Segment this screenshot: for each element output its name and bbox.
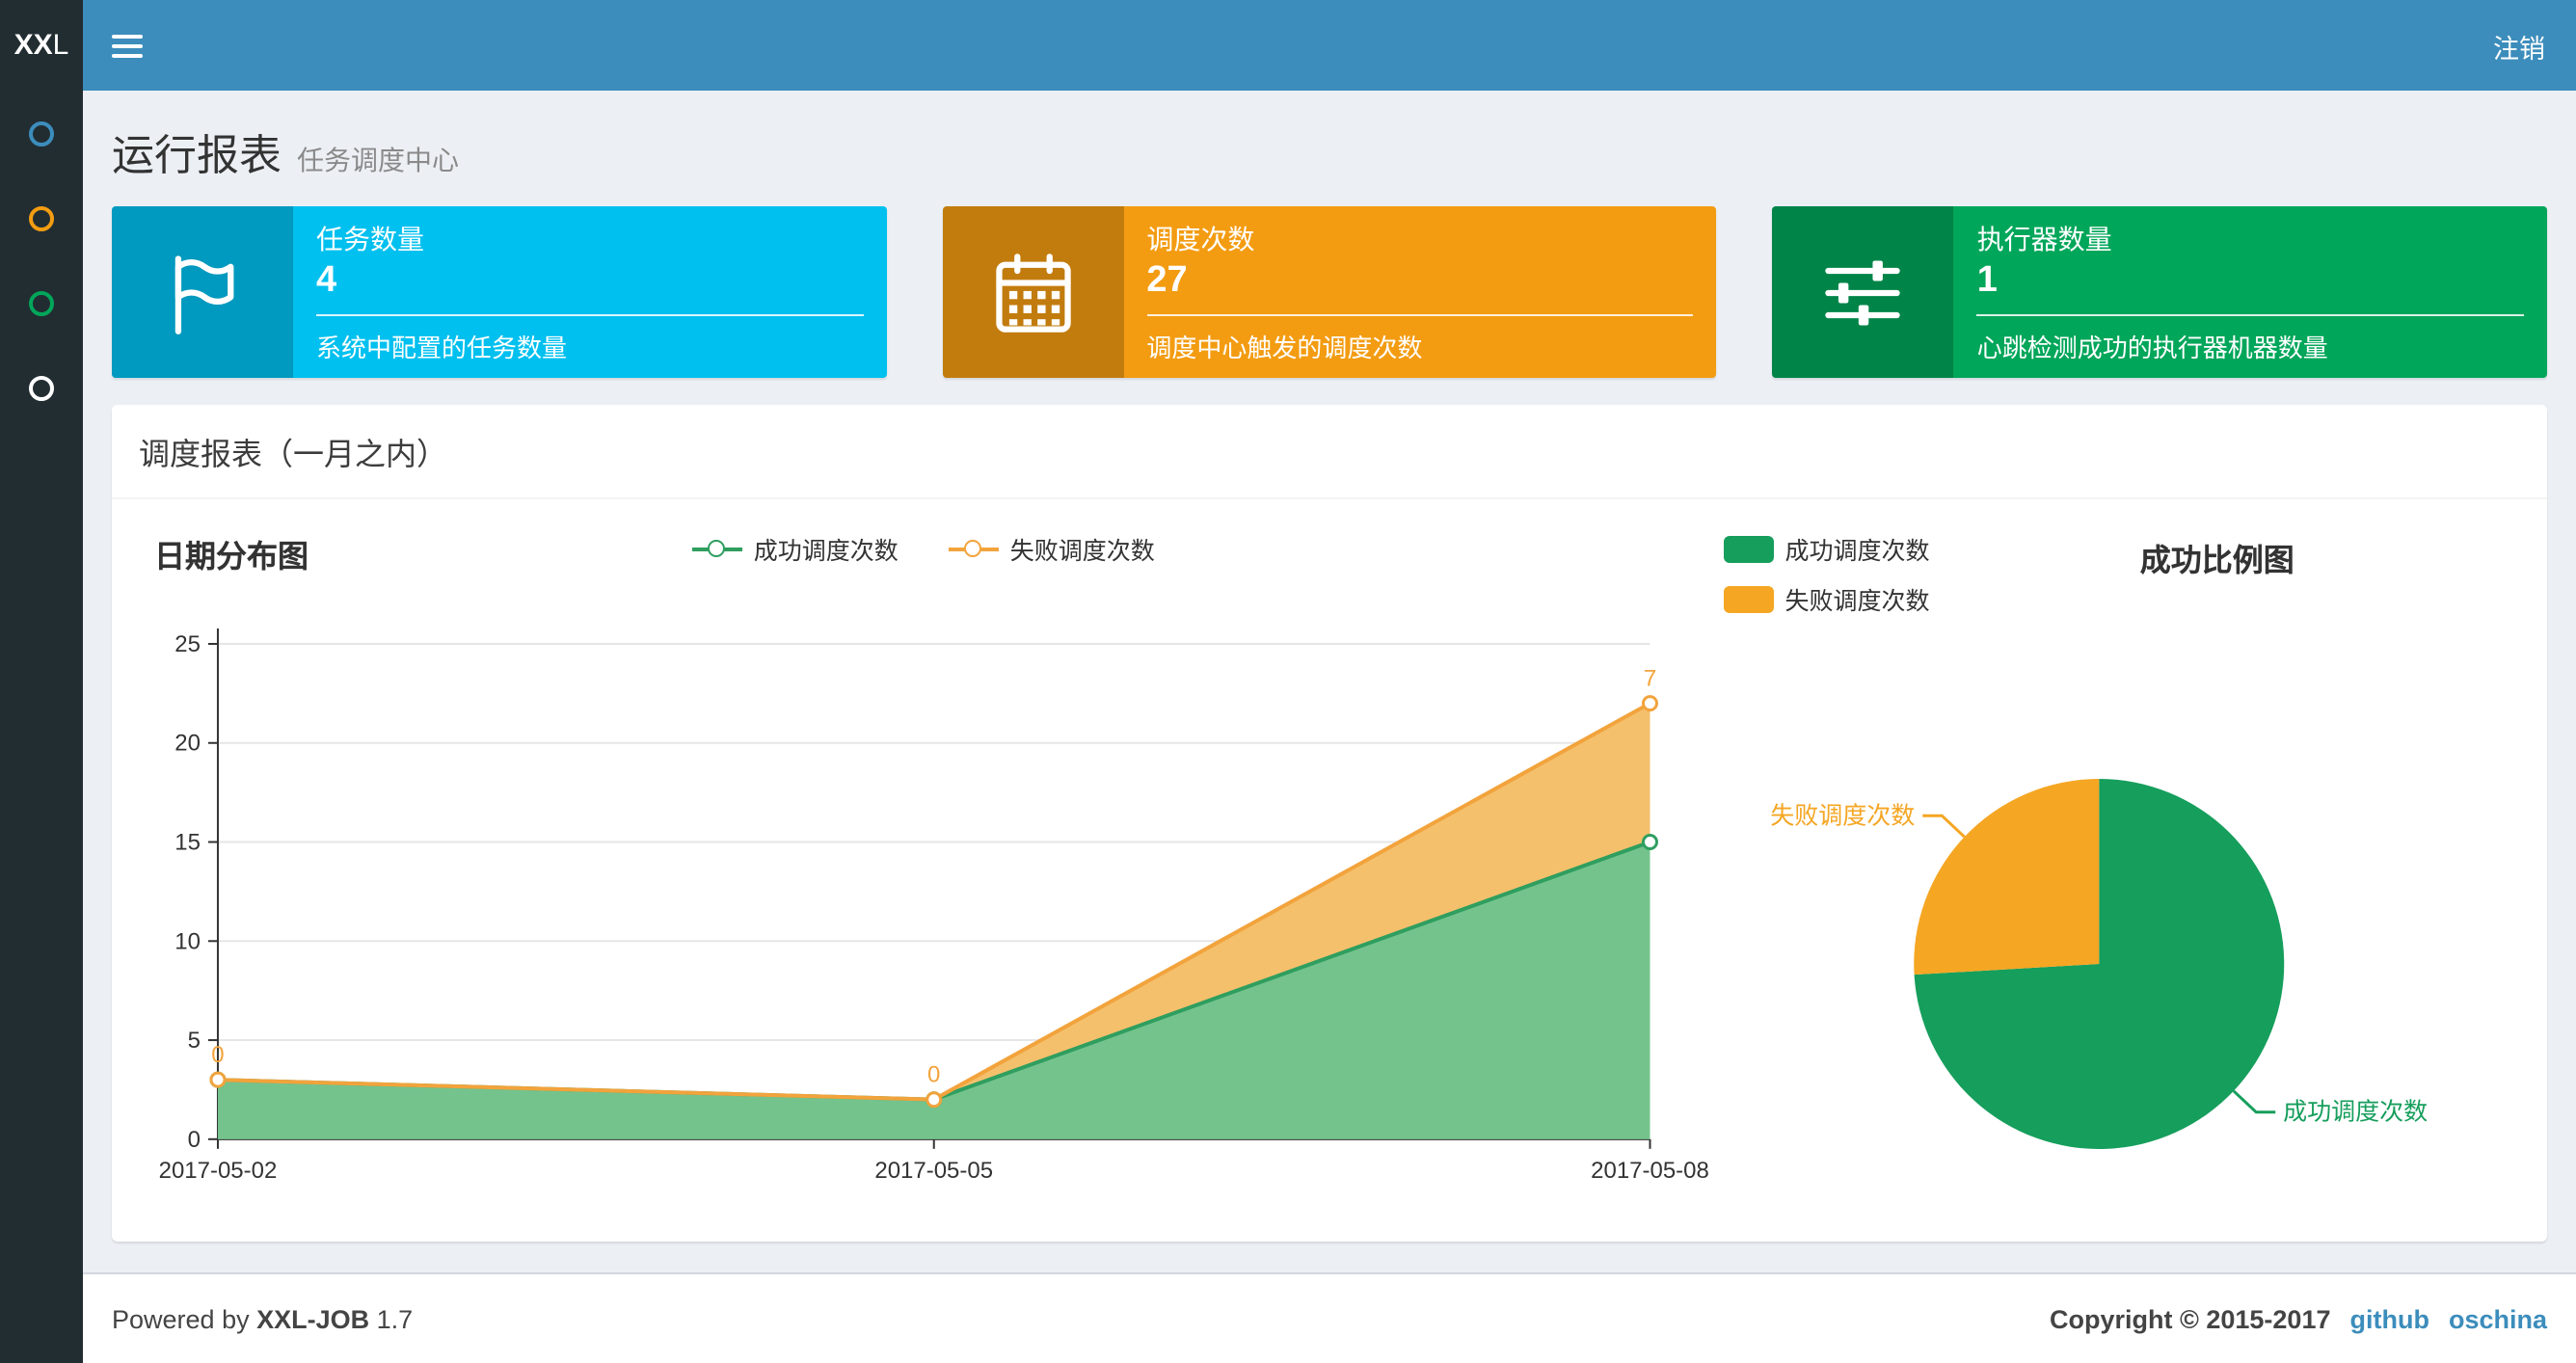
x-axis-label: 2017-05-02 [159, 1158, 278, 1184]
footer-right: Copyright © 2015-2017 github oschina [2050, 1304, 2547, 1333]
legend-item-success[interactable]: 成功调度次数 [1723, 530, 1930, 567]
line-chart-title: 日期分布图 [154, 542, 309, 575]
info-box-description: 调度中心触发的调度次数 [1146, 334, 1423, 362]
page-title: 运行报表 [112, 131, 282, 179]
info-box-separator [1146, 313, 1694, 316]
main-column: 运行报表 任务调度中心 任务数量 4 系统中配置的任务数量 调度次数 27 调度… [83, 91, 2576, 1363]
info-box-description: 系统中配置的任务数量 [316, 334, 568, 362]
line-chart-legend: 成功调度次数 失败调度次数 [691, 530, 1155, 567]
legend-swatch-icon [1723, 585, 1774, 612]
y-axis-label: 15 [174, 830, 201, 856]
flag-icon [112, 206, 293, 378]
pie-label-line [1921, 814, 1966, 839]
circle-menu-icon[interactable] [29, 206, 54, 231]
info-box-value: 4 [316, 259, 337, 300]
legend-label: 失败调度次数 [1784, 588, 1930, 615]
powered-by-text: Powered by XXL-JOB 1.7 [112, 1304, 414, 1333]
pie-chart-legend: 成功调度次数 失败调度次数 [1723, 530, 1930, 617]
info-box-separator [1976, 313, 2525, 316]
info-box-tasks: 任务数量 4 系统中配置的任务数量 [112, 206, 887, 378]
legend-line-icon [691, 539, 742, 558]
data-point-fail [209, 1071, 227, 1088]
x-axis-label: 2017-05-05 [874, 1158, 993, 1184]
legend-line-icon [948, 539, 999, 558]
circle-menu-icon[interactable] [29, 291, 54, 316]
page-subtitle: 任务调度中心 [297, 145, 460, 175]
pie-label: 失败调度次数 [1770, 802, 1915, 829]
circle-menu-icon[interactable] [29, 376, 54, 401]
pie-slice [1913, 779, 2099, 975]
info-box-row: 任务数量 4 系统中配置的任务数量 调度次数 27 调度中心触发的调度次数 执行… [112, 206, 2548, 378]
hamburger-icon [111, 34, 142, 38]
panel-body: 日期分布图 成功调度次数 失败调度次数 0 5 10 15 20 25 2017… [112, 499, 2547, 1242]
top-navbar: XX L 注销 [0, 0, 2576, 91]
y-axis-label: 0 [188, 1127, 201, 1153]
y-axis-label: 10 [174, 928, 201, 954]
info-box-value: 27 [1146, 259, 1188, 300]
point-label: 0 [927, 1062, 940, 1088]
legend-label: 成功调度次数 [1784, 538, 1930, 565]
info-box-triggers: 调度次数 27 调度中心触发的调度次数 [942, 206, 1717, 378]
info-box-value: 1 [1976, 259, 1998, 300]
github-link[interactable]: github [2350, 1304, 2429, 1333]
page-footer: Powered by XXL-JOB 1.7 Copyright © 2015-… [83, 1272, 2576, 1363]
pie-label-line [2232, 1089, 2275, 1114]
data-point-success [1641, 834, 1658, 851]
x-axis-label: 2017-05-08 [1591, 1158, 1709, 1184]
panel-title: 调度报表（一月之内） [112, 405, 2547, 499]
page-header: 运行报表 任务调度中心 [112, 110, 2547, 206]
pie-chart-header: 成功调度次数 失败调度次数 成功比例图 [1711, 515, 2524, 617]
app-logo[interactable]: XX L [0, 0, 83, 91]
viewport: XX L 注销 运行报表 任务调度中心 任务数量 4 系统中配置的任务数量 调度… [0, 0, 2576, 1363]
legend-label: 失败调度次数 [1009, 538, 1155, 565]
point-label: 7 [1644, 666, 1656, 692]
y-axis-label: 25 [174, 631, 201, 657]
info-box-content: 执行器数量 1 心跳检测成功的执行器机器数量 [1954, 206, 2547, 378]
product-version: 1.7 [376, 1304, 414, 1333]
report-panel: 调度报表（一月之内） 日期分布图 成功调度次数 失败调度次数 0 5 10 15… [112, 405, 2547, 1242]
info-box-executors: 执行器数量 1 心跳检测成功的执行器机器数量 [1772, 206, 2548, 378]
logo-light-text: L [52, 29, 69, 62]
legend-item-fail[interactable]: 失败调度次数 [948, 530, 1155, 567]
pie-label: 成功调度次数 [2283, 1099, 2428, 1126]
legend-item-fail[interactable]: 失败调度次数 [1723, 580, 1930, 617]
data-point-fail [1641, 695, 1658, 712]
pie-chart-title: 成功比例图 [2139, 546, 2294, 578]
product-name: XXL-JOB [256, 1304, 370, 1333]
point-label: 0 [211, 1042, 224, 1068]
oschina-link[interactable]: oschina [2449, 1304, 2547, 1333]
legend-swatch-icon [1723, 535, 1774, 562]
info-box-description: 心跳检测成功的执行器机器数量 [1976, 334, 2328, 362]
info-box-content: 调度次数 27 调度中心触发的调度次数 [1123, 206, 1716, 378]
info-box-label: 调度次数 [1146, 224, 1255, 254]
sidebar-toggle-button[interactable] [83, 0, 170, 91]
legend-label: 成功调度次数 [753, 538, 899, 565]
xxl-job-dashboard: XX L 注销 运行报表 任务调度中心 任务数量 4 系统中配置的任务数量 调度… [0, 0, 2576, 1363]
circle-menu-icon[interactable] [29, 121, 54, 147]
success-ratio-section: 成功调度次数 失败调度次数 成功比例图 成功调度次数 失败调度次数 [1711, 515, 2524, 1215]
date-distribution-chart: 05101520252017-05-02 2017-05-05 2017-05-08… [159, 628, 1709, 1184]
info-box-label: 任务数量 [316, 224, 424, 254]
copyright-text: Copyright © 2015-2017 [2049, 1304, 2331, 1333]
calendar-icon [942, 206, 1124, 378]
legend-item-success[interactable]: 成功调度次数 [691, 530, 899, 567]
y-axis-label: 20 [174, 731, 201, 757]
body-row: 运行报表 任务调度中心 任务数量 4 系统中配置的任务数量 调度次数 27 调度… [0, 91, 2576, 1363]
sliders-icon [1772, 206, 1954, 378]
y-axis-label: 5 [188, 1028, 201, 1054]
line-chart-header: 日期分布图 成功调度次数 失败调度次数 [135, 515, 1711, 580]
sidebar-menu [0, 91, 83, 1363]
info-box-separator [316, 313, 864, 316]
logo-bold-text: XX [13, 29, 53, 62]
success-ratio-pie-chart: 成功调度次数 失败调度次数 [1770, 779, 2428, 1149]
info-box-content: 任务数量 4 系统中配置的任务数量 [293, 206, 886, 378]
content-area: 运行报表 任务调度中心 任务数量 4 系统中配置的任务数量 调度次数 27 调度… [83, 91, 2576, 1272]
date-distribution-section: 日期分布图 成功调度次数 失败调度次数 0 5 10 15 20 25 2017… [135, 515, 1711, 1215]
data-point-fail [926, 1091, 943, 1109]
info-box-label: 执行器数量 [1976, 224, 2112, 254]
logout-button[interactable]: 注销 [2462, 0, 2576, 91]
